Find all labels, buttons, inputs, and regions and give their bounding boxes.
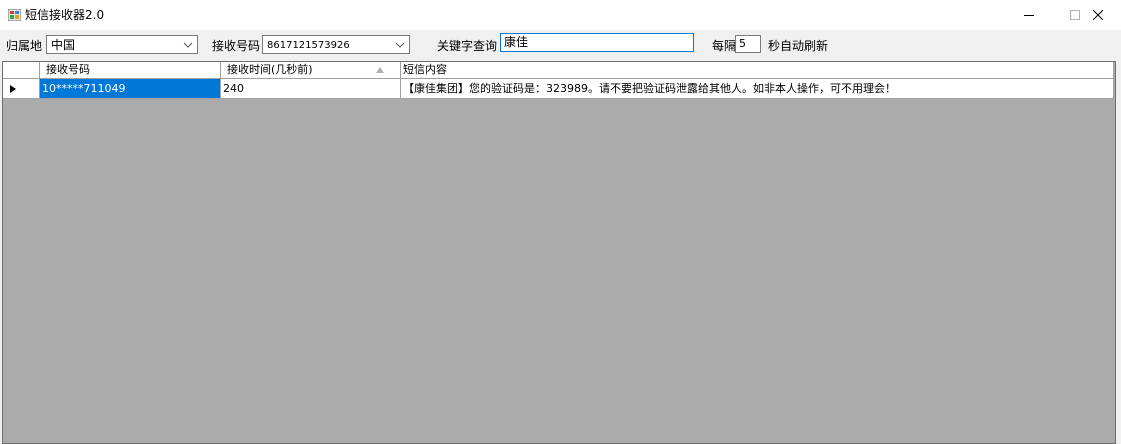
close-icon: [1093, 10, 1103, 20]
keyword-value: 康佳: [504, 35, 529, 49]
window-title: 短信接收器2.0: [25, 8, 105, 22]
interval-input[interactable]: 5: [735, 35, 761, 53]
chevron-down-icon[interactable]: [395, 40, 405, 50]
minimize-button[interactable]: [1006, 0, 1052, 30]
cell-number[interactable]: 10*****711049: [40, 79, 221, 99]
row-header[interactable]: [3, 79, 40, 99]
interval-value: 5: [739, 37, 746, 50]
number-combobox[interactable]: 8617121573926: [262, 35, 410, 54]
column-header-content[interactable]: 短信内容: [401, 62, 1114, 79]
sms-grid[interactable]: 接收号码 接收时间(几秒前) 短信内容 10*****711049 240 【康…: [2, 61, 1116, 444]
region-value: 中国: [51, 38, 76, 52]
title-bar[interactable]: 短信接收器2.0: [0, 0, 1121, 30]
keyword-label: 关键字查询: [437, 39, 498, 53]
chevron-down-icon[interactable]: [183, 40, 193, 50]
region-combobox[interactable]: 中国: [46, 35, 198, 54]
row-pointer-icon: [10, 85, 16, 93]
interval-prefix-label: 每隔: [712, 39, 737, 53]
interval-suffix-label: 秒自动刷新: [768, 39, 829, 53]
region-label: 归属地: [6, 39, 43, 53]
minimize-icon: [1024, 15, 1034, 16]
number-value: 8617121573926: [267, 40, 350, 51]
app-icon: [8, 9, 21, 21]
row-header-corner: [3, 62, 40, 79]
column-header-time[interactable]: 接收时间(几秒前): [221, 62, 401, 79]
close-button[interactable]: [1075, 0, 1121, 30]
sort-ascending-icon: [376, 67, 384, 73]
column-header-number[interactable]: 接收号码: [40, 62, 221, 79]
cell-content[interactable]: 【康佳集团】您的验证码是：323989。请不要把验证码泄露给其他人。如非本人操作…: [401, 79, 1114, 99]
number-label: 接收号码: [212, 39, 261, 53]
cell-seconds-ago[interactable]: 240: [221, 79, 401, 99]
keyword-input[interactable]: 康佳: [500, 33, 694, 52]
